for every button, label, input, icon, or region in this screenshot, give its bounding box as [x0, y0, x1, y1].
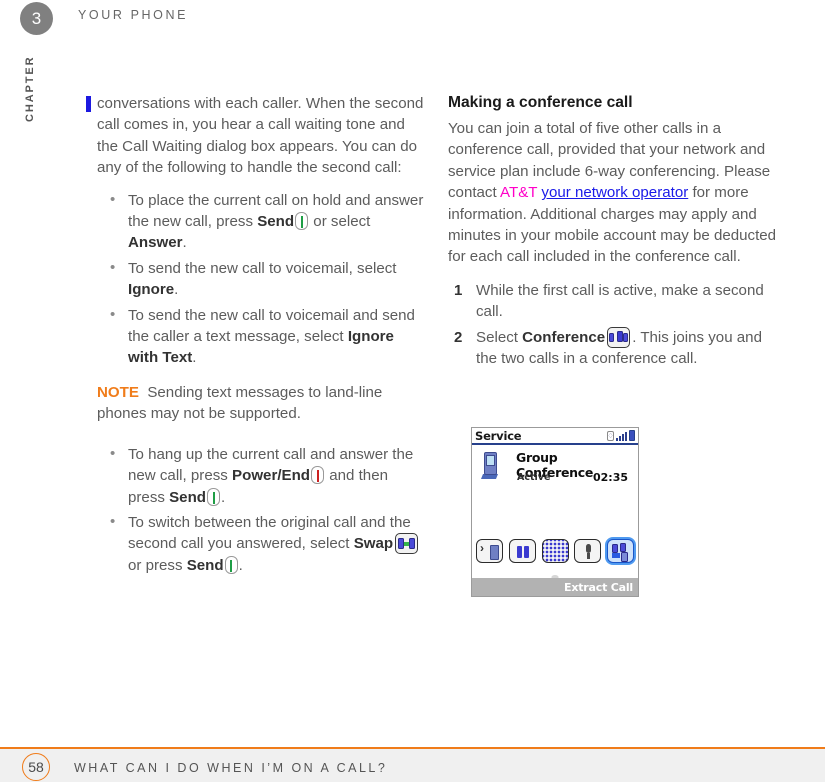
chapter-vertical-label: CHAPTER: [24, 55, 36, 122]
step-text: While the first call is active, make a s…: [476, 281, 764, 321]
cellphone-icon: [480, 452, 499, 479]
network-operator-link[interactable]: your network operator: [541, 184, 688, 201]
bullet-text-3: .: [221, 488, 226, 506]
conference-button-icon: [607, 326, 631, 348]
bullet-text-3: .: [238, 556, 243, 574]
call-duration: 02:35: [592, 471, 628, 484]
phone-screenshot: Service ♢ Group Conference Active 02:35: [471, 427, 639, 597]
right-column: Making a conference call You can join a …: [448, 93, 778, 373]
left-column: conversations with each caller. When the…: [86, 93, 427, 580]
mute-button[interactable]: [574, 539, 602, 563]
battery-icon: [629, 430, 635, 441]
list-item: While the first call is active, make a s…: [448, 280, 778, 323]
swap-label: Swap: [353, 535, 394, 553]
second-call-options-list: To place the current call on hold and an…: [97, 189, 427, 369]
note-text: Sending text messages to land-line phone…: [97, 383, 383, 423]
answer-label: Answer: [128, 234, 183, 252]
conference-steps-list: While the first call is active, make a s…: [448, 280, 778, 370]
call-status: Active: [517, 472, 551, 483]
footer-title: WHAT CAN I DO WHEN I’M ON A CALL?: [74, 761, 388, 775]
bluetooth-icon: ♢: [607, 430, 614, 441]
page-header-title: YOUR PHONE: [78, 8, 189, 22]
bullet-text-2: .: [192, 349, 197, 367]
carrier-name: AT&T: [500, 184, 538, 202]
list-item: To hang up the current call and answer t…: [97, 443, 427, 508]
bullet-text-2: or press: [128, 556, 187, 574]
send-label: Send: [169, 488, 207, 506]
conference-label: Conference: [522, 328, 606, 346]
second-call-options-list-2: To hang up the current call and answer t…: [97, 443, 427, 576]
list-item: To send the new call to voicemail, selec…: [97, 257, 427, 301]
bullet-text-2: .: [174, 281, 179, 299]
hold-button[interactable]: [508, 539, 536, 563]
intro-text: conversations with each caller. When the…: [97, 95, 424, 177]
ignore-label: Ignore: [128, 281, 175, 299]
phone-status-icons: ♢: [607, 430, 635, 441]
phone-button-row: [476, 539, 634, 563]
note-block: NOTE Sending text messages to land-line …: [97, 382, 427, 425]
phone-service-label: Service: [475, 428, 522, 443]
chapter-number-badge: 3: [20, 2, 53, 35]
send-label-2: Send: [186, 556, 224, 574]
page-number-badge: 58: [22, 753, 50, 781]
list-item: Select Conference. This joins you and th…: [448, 326, 778, 370]
extract-call-button[interactable]: [607, 539, 634, 563]
swap-button-icon: [395, 533, 419, 555]
phone-footer-bar: Extract Call: [472, 578, 638, 596]
extract-call-label: Extract Call: [564, 580, 633, 594]
paragraph-accent-bar: [86, 96, 91, 112]
note-label: NOTE: [97, 383, 139, 401]
list-item: To place the current call on hold and an…: [97, 189, 427, 254]
power-end-label: Power/End: [232, 467, 311, 485]
section-heading: Making a conference call: [448, 94, 633, 111]
bullet-text-2: or select: [309, 213, 371, 231]
intro-paragraph: conversations with each caller. When the…: [86, 93, 427, 179]
send-key-icon: [295, 212, 309, 231]
power-end-key-icon: [311, 466, 325, 485]
page-footer: 58 WHAT CAN I DO WHEN I’M ON A CALL?: [0, 747, 825, 782]
list-item: To send the new call to voicemail and se…: [97, 304, 427, 369]
keypad-button[interactable]: [541, 539, 569, 563]
conference-paragraph: You can join a total of five other calls…: [448, 118, 778, 268]
phone-title-bar: Service ♢: [472, 428, 638, 445]
manual-page: 3 YOUR PHONE CHAPTER conversations with …: [0, 0, 825, 782]
send-label: Send: [257, 213, 295, 231]
add-call-button[interactable]: [476, 539, 503, 563]
list-item: To switch between the original call and …: [97, 511, 427, 576]
phone-call-area: Group Conference Active 02:35: [472, 445, 638, 569]
bullet-text-3: .: [182, 234, 187, 252]
bullet-text: To send the new call to voicemail, selec…: [128, 259, 397, 277]
step-text: Select: [476, 328, 523, 346]
signal-strength-icon: [616, 431, 627, 441]
send-key-icon: [207, 487, 221, 506]
send-key-icon: [224, 555, 238, 574]
